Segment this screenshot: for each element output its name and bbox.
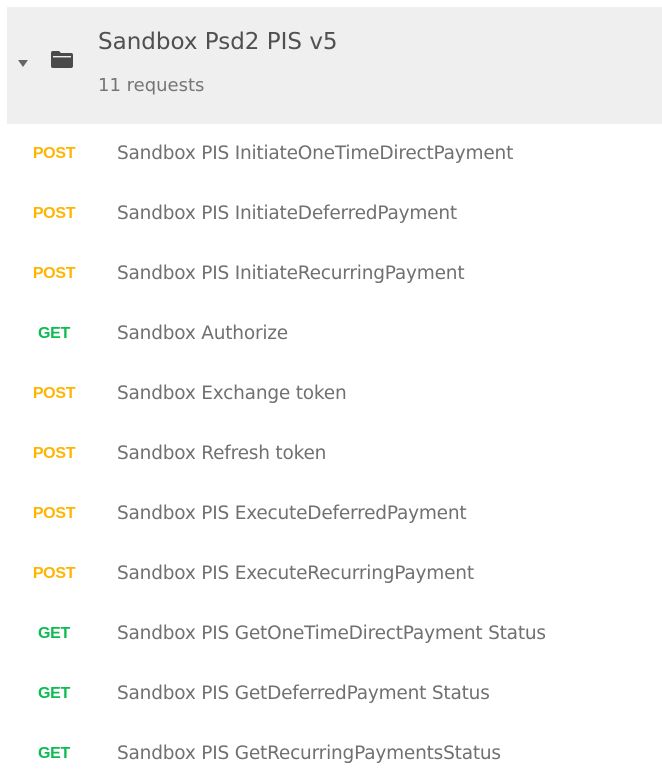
request-item[interactable]: GET Sandbox PIS GetRecurringPaymentsStat… [0,724,662,784]
method-badge: GET [38,625,70,642]
request-item[interactable]: GET Sandbox Authorize [0,304,662,364]
collection-header[interactable]: Sandbox Psd2 PIS v5 11 requests [7,7,662,124]
request-name: Sandbox PIS GetDeferredPayment Status [117,683,490,704]
request-item[interactable]: POST Sandbox Refresh token [0,424,662,484]
method-badge: POST [32,385,76,402]
request-name: Sandbox PIS ExecuteDeferredPayment [117,503,467,524]
method-badge: POST [32,445,76,462]
request-item[interactable]: POST Sandbox Exchange token [0,364,662,424]
request-name: Sandbox PIS GetOneTimeDirectPayment Stat… [117,623,546,644]
request-name: Sandbox PIS ExecuteRecurringPayment [117,563,474,584]
method-badge: GET [38,685,70,702]
method-badge: POST [32,205,76,222]
method-badge: POST [32,145,76,162]
collection-title[interactable]: Sandbox Psd2 PIS v5 [98,29,338,55]
request-name: Sandbox Authorize [117,323,288,344]
caret-down-icon[interactable] [18,60,28,67]
request-item[interactable]: POST Sandbox PIS ExecuteRecurringPayment [0,544,662,604]
request-item[interactable]: GET Sandbox PIS GetDeferredPayment Statu… [0,664,662,724]
request-name: Sandbox Refresh token [117,443,327,464]
request-item[interactable]: POST Sandbox PIS InitiateRecurringPaymen… [0,244,662,304]
request-item[interactable]: POST Sandbox PIS ExecuteDeferredPayment [0,484,662,544]
method-badge: GET [38,745,70,762]
request-name: Sandbox PIS InitiateDeferredPayment [117,203,457,224]
method-badge: POST [32,565,76,582]
request-item[interactable]: POST Sandbox PIS InitiateOneTimeDirectPa… [0,124,662,184]
method-badge: POST [32,265,76,282]
request-item[interactable]: POST Sandbox PIS InitiateDeferredPayment [0,184,662,244]
request-name: Sandbox PIS GetRecurringPaymentsStatus [117,743,501,764]
request-name: Sandbox Exchange token [117,383,347,404]
request-list: POST Sandbox PIS InitiateOneTimeDirectPa… [0,124,662,784]
request-name: Sandbox PIS InitiateOneTimeDirectPayment [117,143,514,164]
method-badge: GET [38,325,70,342]
request-count: 11 requests [98,75,205,96]
method-badge: POST [32,505,76,522]
request-item[interactable]: GET Sandbox PIS GetOneTimeDirectPayment … [0,604,662,664]
folder-icon [51,51,73,68]
request-name: Sandbox PIS InitiateRecurringPayment [117,263,465,284]
